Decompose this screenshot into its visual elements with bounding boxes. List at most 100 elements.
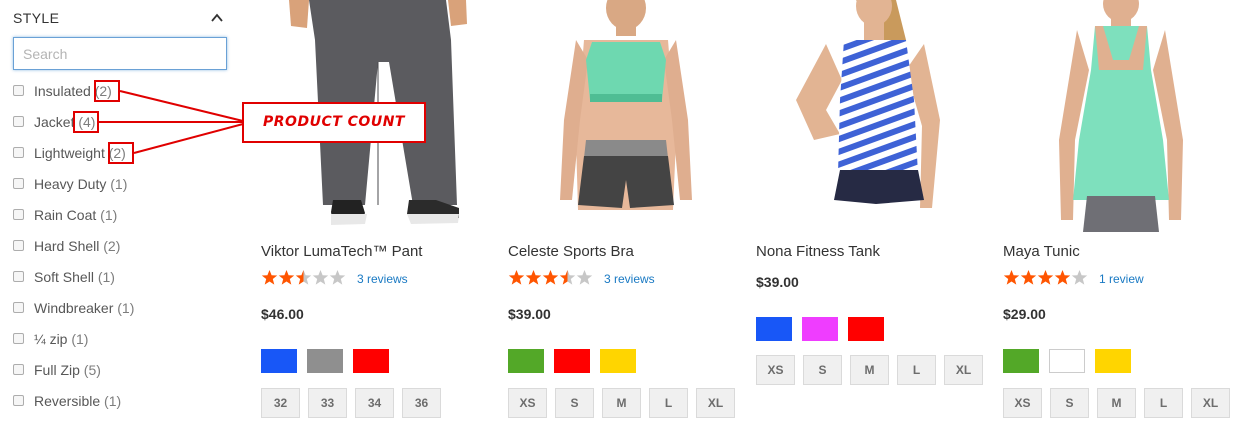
product-name[interactable]: Celeste Sports Bra bbox=[508, 243, 634, 260]
product-card: Celeste Sports Bra 3 reviews $39.00 XS S… bbox=[508, 0, 743, 424]
option-label: Soft Shell bbox=[34, 269, 94, 285]
option-count: (1) bbox=[71, 331, 89, 347]
annotation-callout-text: PRODUCT COUNT bbox=[263, 114, 405, 130]
product-card: Viktor LumaTech™ Pant 3 reviews $46.00 3… bbox=[261, 0, 496, 424]
swatch-gray[interactable] bbox=[307, 349, 343, 373]
swatch-yellow[interactable] bbox=[1095, 349, 1131, 373]
size-option[interactable]: XL bbox=[1191, 388, 1230, 418]
option-label: Windbreaker bbox=[34, 300, 114, 316]
filter-search-input[interactable] bbox=[13, 37, 227, 70]
size-option[interactable]: M bbox=[602, 388, 641, 418]
swatch-green[interactable] bbox=[508, 349, 544, 373]
checkbox[interactable] bbox=[13, 271, 24, 282]
swatch-purple[interactable] bbox=[802, 317, 838, 341]
checkbox[interactable] bbox=[13, 333, 24, 344]
star-icon bbox=[559, 270, 576, 285]
option-label: Lightweight bbox=[34, 145, 105, 161]
swatch-green[interactable] bbox=[1003, 349, 1039, 373]
option-label: Reversible bbox=[34, 393, 101, 409]
size-option[interactable]: M bbox=[850, 355, 889, 385]
filter-title: STYLE bbox=[13, 10, 60, 26]
size-option[interactable]: XL bbox=[696, 388, 735, 418]
checkbox[interactable] bbox=[13, 209, 24, 220]
reviews-link[interactable]: 1 review bbox=[1099, 272, 1144, 286]
product-price: $46.00 bbox=[261, 306, 304, 322]
option-count: (1) bbox=[104, 393, 122, 409]
star-icon bbox=[1054, 270, 1071, 285]
product-image[interactable] bbox=[1003, 0, 1238, 232]
product-name[interactable]: Viktor LumaTech™ Pant bbox=[261, 243, 422, 260]
size-option[interactable]: S bbox=[555, 388, 594, 418]
checkbox[interactable] bbox=[13, 116, 24, 127]
option-count: (5) bbox=[83, 362, 101, 378]
option-label: Rain Coat bbox=[34, 207, 97, 223]
checkbox[interactable] bbox=[13, 364, 24, 375]
option-count: (1) bbox=[97, 269, 115, 285]
checkbox[interactable] bbox=[13, 85, 24, 96]
star-icon bbox=[1020, 270, 1037, 285]
option-label: Insulated bbox=[34, 83, 91, 99]
option-label: Heavy Duty bbox=[34, 176, 107, 192]
product-card: Nona Fitness Tank $39.00 XS S M L XL bbox=[756, 0, 991, 424]
swatch-red[interactable] bbox=[353, 349, 389, 373]
option-count: (1) bbox=[100, 207, 118, 223]
product-price: $29.00 bbox=[1003, 306, 1046, 322]
star-icon bbox=[312, 270, 329, 285]
size-option[interactable]: 36 bbox=[402, 388, 441, 418]
star-icon bbox=[525, 270, 542, 285]
chevron-up-icon[interactable] bbox=[210, 11, 224, 25]
checkbox[interactable] bbox=[13, 302, 24, 313]
size-option[interactable]: S bbox=[1050, 388, 1089, 418]
size-option[interactable]: M bbox=[1097, 388, 1136, 418]
reviews-link[interactable]: 3 reviews bbox=[604, 272, 655, 286]
size-option[interactable]: XS bbox=[756, 355, 795, 385]
annotation-highlight-box bbox=[94, 80, 120, 102]
checkbox[interactable] bbox=[13, 395, 24, 406]
option-label: Jacket bbox=[34, 114, 75, 130]
swatch-blue[interactable] bbox=[261, 349, 297, 373]
product-image[interactable] bbox=[756, 0, 991, 232]
product-price: $39.00 bbox=[756, 274, 799, 290]
product-name[interactable]: Nona Fitness Tank bbox=[756, 243, 880, 260]
size-option[interactable]: 32 bbox=[261, 388, 300, 418]
size-option[interactable]: S bbox=[803, 355, 842, 385]
swatch-red[interactable] bbox=[848, 317, 884, 341]
swatch-yellow[interactable] bbox=[600, 349, 636, 373]
size-option[interactable]: L bbox=[1144, 388, 1183, 418]
option-label: Full Zip bbox=[34, 362, 80, 378]
product-image[interactable] bbox=[508, 0, 743, 232]
checkbox[interactable] bbox=[13, 147, 24, 158]
size-option[interactable]: L bbox=[897, 355, 936, 385]
product-name[interactable]: Maya Tunic bbox=[1003, 243, 1080, 260]
filter-header[interactable]: STYLE bbox=[13, 9, 228, 27]
checkbox[interactable] bbox=[13, 178, 24, 189]
star-icon bbox=[329, 270, 346, 285]
annotation-callout: PRODUCT COUNT bbox=[242, 102, 426, 143]
size-option[interactable]: XS bbox=[1003, 388, 1042, 418]
annotation-highlight-box bbox=[108, 142, 134, 164]
reviews-link[interactable]: 3 reviews bbox=[357, 272, 408, 286]
option-count: (1) bbox=[110, 176, 128, 192]
size-option[interactable]: L bbox=[649, 388, 688, 418]
star-icon bbox=[1037, 270, 1054, 285]
option-count: (2) bbox=[103, 238, 121, 254]
star-icon bbox=[278, 270, 295, 285]
star-icon bbox=[508, 270, 525, 285]
swatch-white[interactable] bbox=[1049, 349, 1085, 373]
star-icon bbox=[261, 270, 278, 285]
annotation-highlight-box bbox=[73, 111, 99, 133]
size-option[interactable]: 33 bbox=[308, 388, 347, 418]
size-option[interactable]: XS bbox=[508, 388, 547, 418]
star-icon bbox=[542, 270, 559, 285]
star-icon bbox=[1071, 270, 1088, 285]
star-icon bbox=[1003, 270, 1020, 285]
checkbox[interactable] bbox=[13, 240, 24, 251]
size-option[interactable]: XL bbox=[944, 355, 983, 385]
size-option[interactable]: 34 bbox=[355, 388, 394, 418]
option-label: ¼ zip bbox=[34, 331, 68, 347]
star-icon bbox=[295, 270, 312, 285]
swatch-red[interactable] bbox=[554, 349, 590, 373]
option-count: (1) bbox=[117, 300, 135, 316]
swatch-blue[interactable] bbox=[756, 317, 792, 341]
product-card: Maya Tunic 1 review $29.00 XS S M L XL bbox=[1003, 0, 1238, 424]
